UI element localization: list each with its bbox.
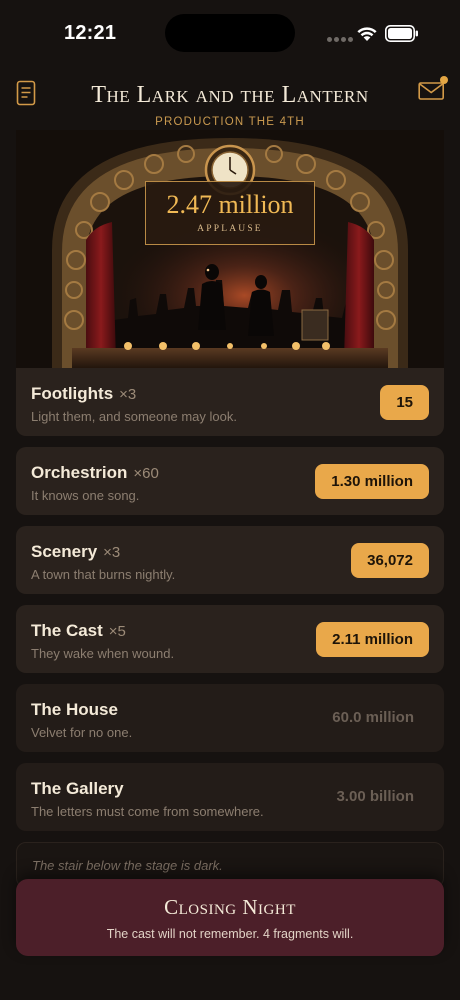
battery-icon [385, 25, 418, 42]
upgrade-card-the-house[interactable]: The House Velvet for no one. 60.0 millio… [16, 684, 444, 752]
upgrade-name: Orchestrion [31, 463, 128, 482]
upgrade-count: ×3 [103, 544, 121, 561]
upgrade-card-the-cast[interactable]: The Cast ×5 They wake when wound. 2.11 mi… [16, 605, 444, 673]
closing-night-title: Closing Night [164, 895, 296, 919]
upgrade-description: A town that burns nightly. [31, 567, 176, 582]
upgrade-name: Footlights [31, 384, 114, 403]
dynamic-island [165, 14, 295, 52]
closing-night-subtitle: The cast will not remember. 4 fragments … [106, 927, 354, 941]
applause-value: 2.47 million [166, 190, 294, 219]
upgrade-name: The House [31, 700, 118, 719]
upgrade-card-the-gallery[interactable]: The Gallery The letters must come from s… [16, 763, 444, 831]
cellular-signal-icon [327, 37, 353, 42]
upgrade-description: It knows one song. [31, 488, 140, 503]
notification-dot [440, 76, 448, 84]
upgrade-card-scenery[interactable]: Scenery ×3 A town that burns nightly. 36,… [16, 526, 444, 594]
upgrade-description: The letters must come from somewhere. [31, 804, 264, 819]
upgrade-card-orchestrion[interactable]: Orchestrion ×60 It knows one song. 1.30 m… [16, 447, 444, 515]
buy-orchestrion-button[interactable]: 1.30 million [315, 464, 429, 499]
page-title: The Lark and the Lantern [91, 82, 369, 108]
locked-note: The stair below the stage is dark. [32, 858, 223, 873]
upgrade-description: They wake when wound. [31, 646, 175, 661]
status-time: 12:21 [64, 22, 117, 44]
upgrade-list: Footlights ×3 Light them, and someone may… [16, 368, 444, 888]
buy-scenery-button[interactable]: 36,072 [351, 543, 429, 578]
header: The Lark and the Lantern PRODUCTION THE … [0, 74, 460, 134]
page-subtitle: PRODUCTION THE 4TH [155, 116, 305, 128]
applause-label: APPLAUSE [197, 224, 263, 234]
upgrade-name: The Gallery [31, 779, 124, 798]
wifi-icon [357, 27, 377, 41]
stage-artwork [16, 130, 444, 368]
locked-price: 60.0 million [332, 709, 414, 726]
upgrade-name: Scenery [31, 542, 98, 561]
upgrade-count: ×3 [119, 386, 137, 403]
upgrade-card-footlights[interactable]: Footlights ×3 Light them, and someone may… [16, 368, 444, 436]
applause-plaque: 2.47 million APPLAUSE [145, 181, 315, 245]
upgrade-description: Velvet for no one. [31, 725, 133, 740]
upgrade-count: ×5 [108, 623, 126, 640]
upgrade-name: The Cast [31, 621, 103, 640]
buy-footlights-button[interactable]: 15 [380, 385, 429, 420]
stage-illustration: 2.47 million APPLAUSE [16, 130, 444, 368]
closing-night-button[interactable]: Closing Night The cast will not remember… [16, 879, 444, 956]
buy-the-cast-button[interactable]: 2.11 million [316, 622, 429, 657]
locked-price: 3.00 billion [336, 788, 414, 805]
upgrade-count: ×60 [133, 465, 159, 482]
upgrade-description: Light them, and someone may look. [31, 409, 237, 424]
status-bar: 12:21 [0, 0, 460, 64]
